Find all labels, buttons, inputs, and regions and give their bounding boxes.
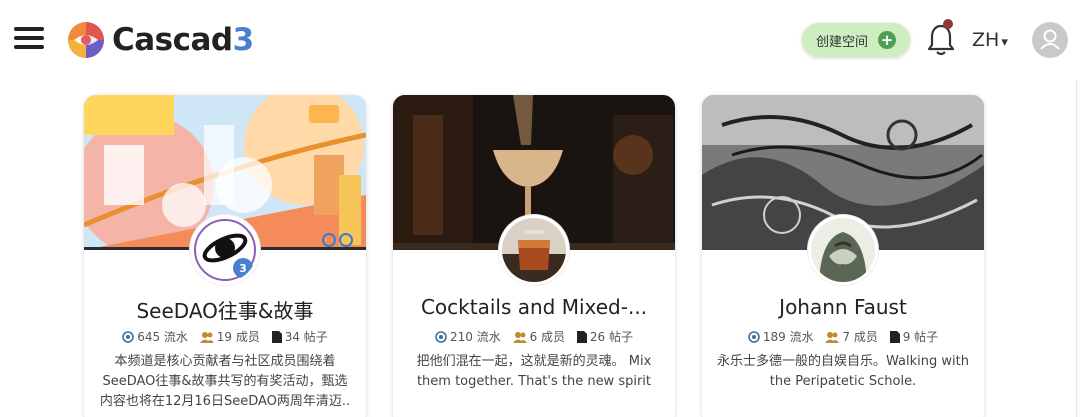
language-label: ZH [972, 29, 1000, 51]
space-stats: 210 流水 6 成员 26 帖子 [393, 328, 675, 346]
user-icon [1040, 29, 1060, 50]
members-icon [825, 331, 840, 343]
flow-icon [122, 330, 135, 343]
space-title: SeeDAO往事&故事 [136, 299, 314, 323]
posts-stat: 34 帖子 [271, 328, 328, 345]
create-space-label: 创建空间 [816, 34, 869, 50]
svg-text:3: 3 [239, 262, 247, 275]
top-navbar: Cascad3 创建空间 + ZH ▾ [0, 0, 1080, 80]
posts-stat: 9 帖子 [889, 328, 938, 345]
members-stat: 7 成员 [825, 328, 878, 345]
create-space-button[interactable]: 创建空间 + [802, 23, 910, 57]
plus-icon: + [878, 31, 896, 49]
notification-dot [943, 19, 953, 29]
flow-icon [748, 330, 760, 343]
space-avatar [499, 215, 569, 285]
space-stats: 645 流水 19 成员 34 帖子 [84, 328, 366, 346]
cascad3-logo-mark-icon [68, 22, 104, 58]
space-avatar [808, 215, 878, 285]
space-card[interactable]: 3 SeeDAO往事&故事 645 流水 19 成员 34 帖子 本频道是核心贡… [84, 95, 366, 417]
flow-stat: 645 流水 [122, 328, 188, 345]
members-stat: 19 成员 [199, 328, 260, 345]
page-scroll-edge [1076, 80, 1077, 417]
space-description: 永乐士多德一般的自娱自乐。Walking with the Peripateti… [717, 354, 969, 389]
members-icon [512, 331, 527, 343]
notification-bell[interactable] [925, 19, 957, 57]
flow-stat: 189 流水 [748, 328, 814, 345]
space-description: 把他们混在一起，这就是新的灵魂。 Mix them together. That… [416, 354, 652, 389]
chevron-down-icon: ▾ [1001, 35, 1008, 50]
members-stat: 6 成员 [512, 328, 565, 345]
document-icon [576, 330, 587, 343]
document-icon [271, 330, 282, 343]
space-title: Cocktails and Mixed-... [420, 295, 648, 319]
cascad3-logo[interactable]: Cascad3 [66, 20, 254, 60]
space-stats: 189 流水 7 成员 9 帖子 [702, 328, 984, 346]
members-icon [199, 331, 214, 343]
hamburger-menu-icon[interactable] [14, 27, 44, 53]
logo-wordmark: Cascad3 [112, 22, 254, 58]
space-title: Johann Faust [779, 295, 907, 319]
space-card[interactable]: Johann Faust 189 流水 7 成员 9 帖子 永乐士多德一般的自娱… [702, 95, 984, 417]
language-selector[interactable]: ZH ▾ [972, 29, 1008, 51]
flow-icon [435, 330, 447, 343]
space-description: 本频道是核心贡献者与社区成员围绕着SeeDAO往事&故事共写的有奖活动，甄选内容… [99, 354, 351, 409]
document-icon [889, 330, 900, 343]
space-card[interactable]: Cocktails and Mixed-... 210 流水 6 成员 26 帖… [393, 95, 675, 417]
user-avatar[interactable] [1032, 22, 1068, 58]
posts-stat: 26 帖子 [576, 328, 633, 345]
flow-stat: 210 流水 [435, 328, 501, 345]
space-avatar: 3 [190, 215, 260, 285]
